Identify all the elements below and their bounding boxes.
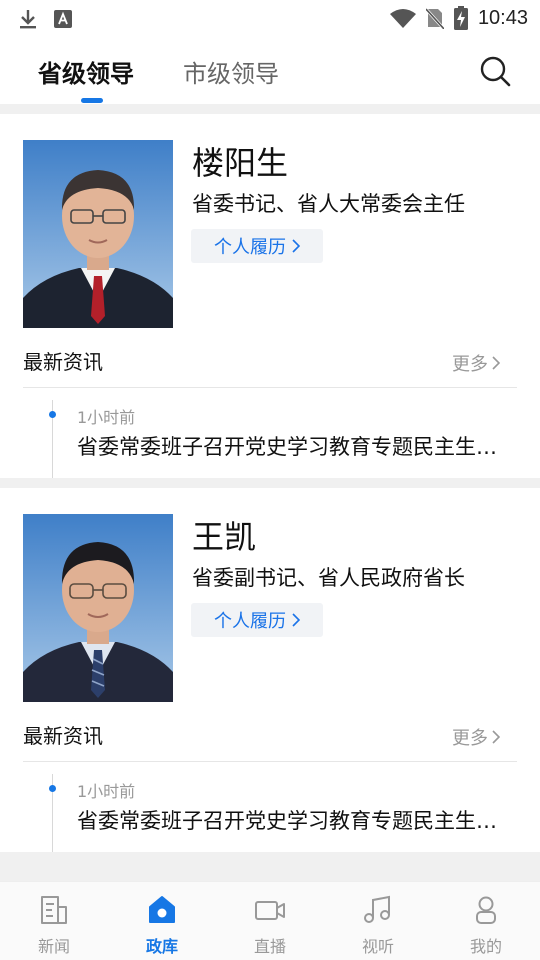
news-headline[interactable]: 省委常委班子召开党史学习教育专题民主生活会 [77, 805, 505, 835]
nav-item-news[interactable]: 新闻 [0, 882, 108, 960]
latest-news-label: 最新资讯 [23, 350, 103, 374]
news-icon [41, 896, 67, 924]
news-time: 1小时前 [77, 782, 136, 801]
nav-label: 政库 [145, 937, 178, 956]
timeline-dot [49, 411, 56, 418]
leader-photo[interactable] [23, 514, 173, 702]
video-camera-icon [255, 901, 285, 920]
resume-button[interactable]: 个人履历 [191, 229, 323, 263]
leader-name: 楼阳生 [192, 144, 289, 182]
person-icon [476, 896, 496, 924]
nav-label: 直播 [253, 937, 286, 956]
nav-label: 视听 [361, 937, 394, 956]
download-icon [20, 10, 36, 29]
active-tab-indicator [81, 98, 103, 103]
search-icon[interactable] [478, 54, 512, 88]
section-divider [0, 478, 540, 488]
status-bar: 10:43 [0, 0, 540, 36]
battery-charging-icon [453, 6, 468, 30]
news-separator [23, 761, 517, 762]
status-time: 10:43 [477, 6, 528, 29]
tab-city-leaders[interactable]: 市级领导 [183, 54, 279, 89]
more-label: 更多 [452, 728, 488, 749]
leader-name: 王凯 [192, 518, 257, 556]
wifi-icon [389, 9, 416, 28]
timeline-dot [49, 785, 56, 792]
nav-item-mine[interactable]: 我的 [432, 882, 540, 960]
leader-card: 王凯 省委副书记、省人民政府省长 个人履历 最新资讯 更多 1小时前 省委常委班… [0, 488, 540, 852]
resume-label: 个人履历 [214, 237, 286, 258]
home-icon [149, 896, 175, 923]
no-sim-icon [425, 7, 444, 29]
nav-item-audio-video[interactable]: 视听 [324, 882, 432, 960]
more-label: 更多 [452, 354, 488, 375]
resume-label: 个人履历 [214, 611, 286, 632]
chevron-right-icon [292, 613, 300, 627]
leader-photo[interactable] [23, 140, 173, 328]
leader-title: 省委副书记、省人民政府省长 [192, 566, 465, 590]
music-note-icon [364, 895, 390, 923]
chevron-right-icon [292, 239, 300, 253]
status-right-icons: 10:43 [389, 6, 528, 30]
section-divider [0, 852, 540, 881]
leader-card: 楼阳生 省委书记、省人大常委会主任 个人履历 最新资讯 更多 1小时前 省委常委… [0, 114, 540, 478]
latest-news-label: 最新资讯 [23, 724, 103, 748]
tab-provincial-leaders[interactable]: 省级领导 [38, 54, 134, 89]
news-headline[interactable]: 省委常委班子召开党史学习教育专题民主生活会 [77, 431, 505, 461]
news-time: 1小时前 [77, 408, 136, 427]
more-link[interactable]: 更多 [452, 350, 500, 376]
keyboard-a-icon [54, 10, 72, 28]
more-link[interactable]: 更多 [452, 724, 500, 750]
nav-item-live[interactable]: 直播 [216, 882, 324, 960]
top-tabs: 省级领导 市级领导 [0, 36, 540, 104]
section-divider [0, 104, 540, 114]
leader-title: 省委书记、省人大常委会主任 [192, 192, 465, 216]
resume-button[interactable]: 个人履历 [191, 603, 323, 637]
status-left-icons [18, 8, 72, 30]
bottom-nav: 新闻 政库 直播 视听 我的 [0, 881, 540, 960]
news-separator [23, 387, 517, 388]
nav-label: 新闻 [37, 937, 70, 956]
chevron-right-icon [492, 730, 500, 744]
nav-item-zhengku[interactable]: 政库 [108, 882, 216, 960]
chevron-right-icon [492, 356, 500, 370]
nav-label: 我的 [469, 937, 502, 956]
